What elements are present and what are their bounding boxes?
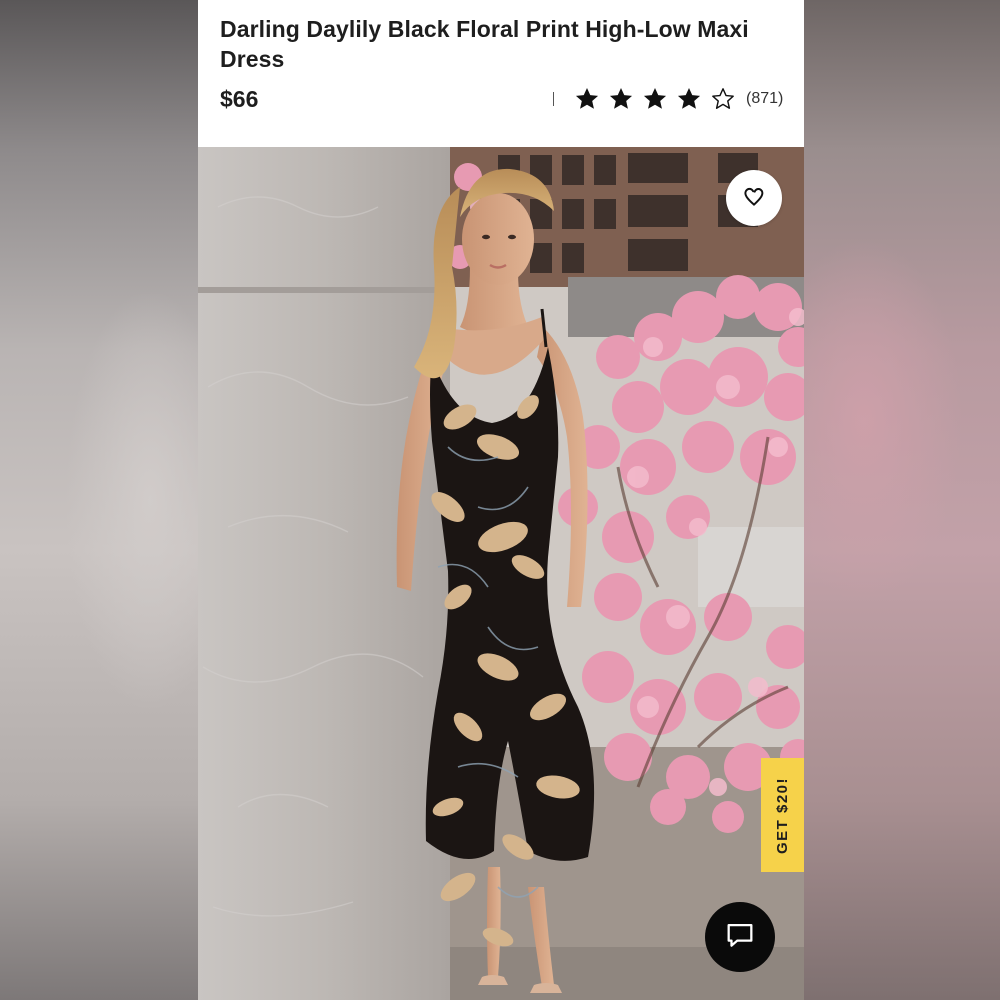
- star-empty-icon: [710, 86, 736, 112]
- blurred-background-left: [0, 0, 198, 1000]
- favorite-button[interactable]: [726, 170, 782, 226]
- star-filled-icon: [642, 86, 668, 112]
- product-header: Darling Daylily Black Floral Print High-…: [198, 0, 804, 147]
- blurred-background-right: [804, 0, 1000, 1000]
- rating-summary[interactable]: (871): [553, 84, 783, 114]
- star-filled-icon: [676, 86, 702, 112]
- review-count: (871): [746, 90, 784, 107]
- promo-label: GET $20!: [774, 776, 791, 854]
- chat-button[interactable]: [705, 902, 775, 972]
- product-card: Darling Daylily Black Floral Print High-…: [198, 0, 804, 1000]
- product-price: $66: [220, 86, 259, 112]
- star-filled-icon: [574, 86, 600, 112]
- rating-divider: [553, 92, 554, 106]
- product-title: Darling Daylily Black Floral Print High-…: [220, 16, 749, 72]
- star-filled-icon: [608, 86, 634, 112]
- product-photo[interactable]: [198, 147, 804, 1000]
- promo-tab[interactable]: GET $20!: [761, 758, 804, 872]
- heart-outline-icon: [741, 183, 767, 214]
- chat-bubble-icon: [723, 918, 757, 957]
